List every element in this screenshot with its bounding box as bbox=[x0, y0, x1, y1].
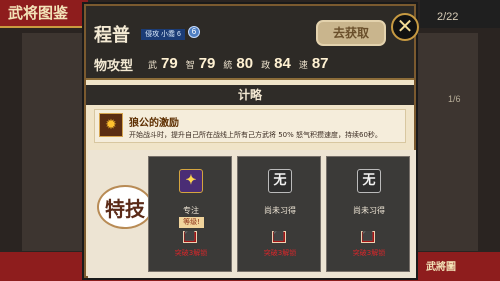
bottom-mark: 武將圖 bbox=[426, 262, 456, 273]
skill-name: 尚未习得 bbox=[353, 206, 385, 215]
general-header: 程普 侵攻 小喬 6 6 去获取 ✕ 物攻型 武 79 智 79 統 80 政 84 速… bbox=[86, 6, 419, 80]
lock-icon: ⬛ bbox=[361, 231, 375, 243]
special-skill-slot[interactable]: ✦ 专注 等级! ⬛ 突破3解锁 bbox=[148, 156, 232, 272]
general-detail-modal: 程普 侵攻 小喬 6 6 去获取 ✕ 物攻型 武 79 智 79 統 80 政 84 速… bbox=[84, 4, 419, 278]
skill-icon: ✹ bbox=[99, 113, 123, 137]
screen-title: 武将图鉴 bbox=[0, 0, 88, 28]
special-skill-slot[interactable]: 无 尚未习得 ⬛ 突破3解锁 bbox=[326, 156, 410, 272]
unlock-condition: 突破3解锁 bbox=[174, 249, 208, 257]
unlock-condition: 突破3解锁 bbox=[263, 249, 297, 257]
lock-icon: ⬛ bbox=[183, 231, 197, 243]
stat-label: 速 bbox=[298, 61, 308, 71]
general-name: 程普 bbox=[94, 25, 130, 46]
none-icon: 无 bbox=[357, 169, 381, 193]
none-icon: 无 bbox=[268, 169, 292, 193]
stat-politics: 政 84 bbox=[261, 55, 291, 72]
tactics-section-title: 计略 bbox=[86, 85, 414, 105]
skill-description: 开始战斗时，提升自己所在战线上所有己方武将 50% 怒气积攒速度，持续60秒。 bbox=[129, 131, 382, 139]
close-button[interactable]: ✕ bbox=[391, 13, 419, 41]
stat-label: 統 bbox=[223, 61, 233, 71]
skill-name: 专注 bbox=[183, 206, 199, 215]
special-skill-slot[interactable]: 无 尚未习得 ⬛ 突破3解锁 bbox=[237, 156, 321, 272]
stat-value: 80 bbox=[236, 55, 254, 72]
special-skills-panel: 特技 ✦ 专注 等级! ⬛ 突破3解锁 无 尚未习得 ⬛ 突破3解锁 无 尚未习… bbox=[88, 150, 416, 278]
stat-label: 武 bbox=[148, 61, 158, 71]
level-orb-icon: 6 bbox=[188, 26, 200, 38]
stat-label: 智 bbox=[185, 61, 195, 71]
stat-value: 79 bbox=[161, 55, 178, 72]
special-skills-tag: 特技 bbox=[97, 185, 153, 229]
stat-intelligence: 智 79 bbox=[186, 55, 216, 72]
stat-value: 84 bbox=[274, 55, 291, 72]
skill-emblem-icon: ✦ bbox=[179, 169, 203, 193]
stat-war: 武 79 bbox=[148, 55, 178, 72]
stat-label: 政 bbox=[261, 61, 271, 71]
general-type: 物攻型 bbox=[94, 59, 134, 74]
unlock-condition: 突破3解锁 bbox=[352, 249, 386, 257]
page-counter: 2/22 bbox=[437, 11, 459, 23]
stat-command: 統 80 bbox=[223, 55, 253, 72]
lock-icon: ⬛ bbox=[272, 231, 286, 243]
stat-speed: 速 87 bbox=[299, 55, 329, 72]
rank-badge: 侵攻 小喬 6 bbox=[141, 29, 185, 40]
tactic-skill-card: ✹ 狼公的激励 开始战斗时，提升自己所在战线上所有己方武将 50% 怒气积攒速度… bbox=[94, 109, 406, 143]
stats-row: 武 79 智 79 統 80 政 84 速 87 bbox=[148, 55, 329, 72]
background-card-left bbox=[22, 33, 82, 251]
upgrade-badge: 等级! bbox=[179, 217, 204, 228]
background-card-right bbox=[418, 33, 478, 251]
skill-name: 尚未习得 bbox=[264, 206, 296, 215]
get-button[interactable]: 去获取 bbox=[316, 20, 386, 46]
inner-page-counter: 1/6 bbox=[448, 94, 461, 104]
stat-value: 87 bbox=[311, 55, 329, 72]
skill-title: 狼公的激励 bbox=[129, 118, 179, 129]
top-right-bar bbox=[420, 0, 500, 28]
stat-value: 79 bbox=[198, 55, 216, 72]
